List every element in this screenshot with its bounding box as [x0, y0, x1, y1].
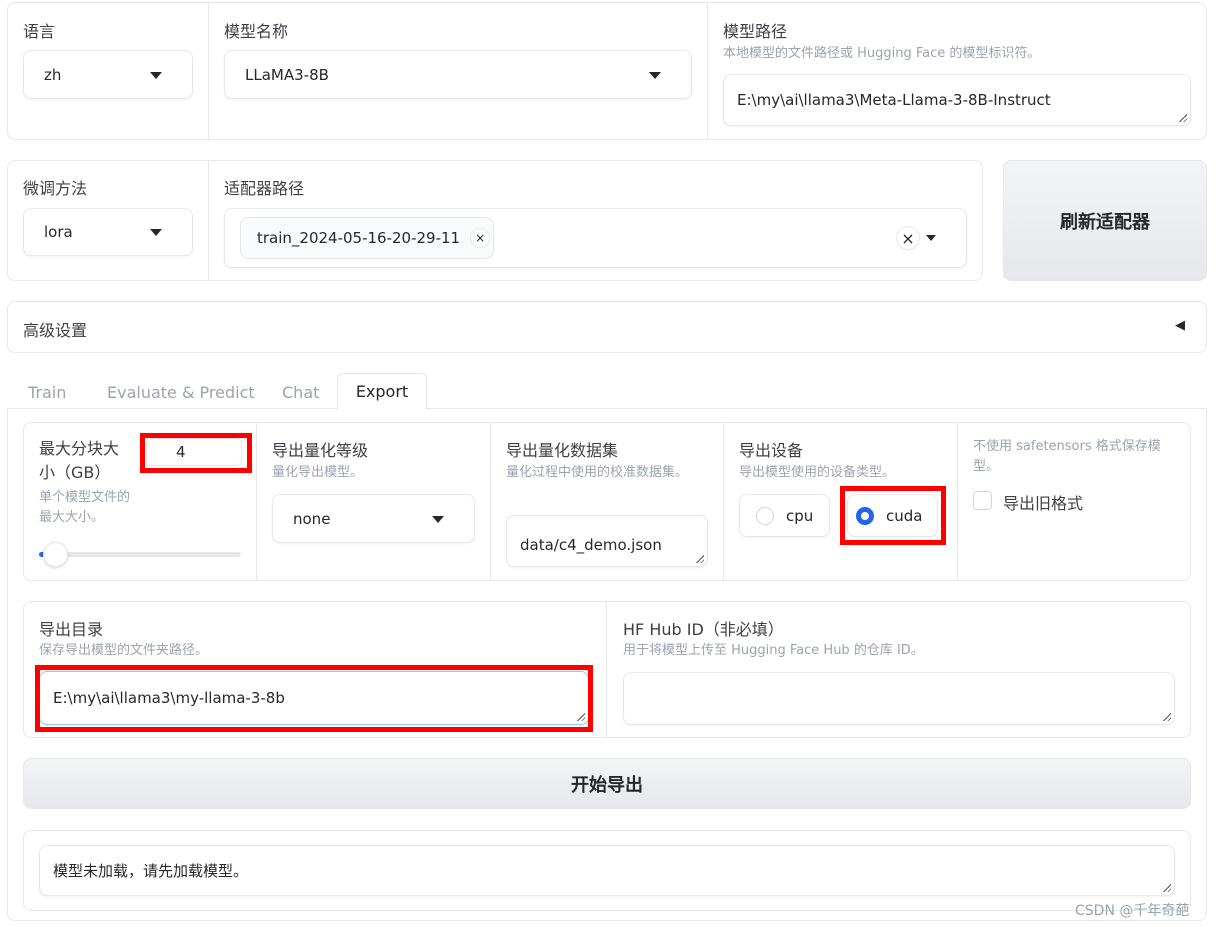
device-label: 导出设备 — [739, 441, 804, 460]
advanced-settings-accordion[interactable] — [7, 301, 1207, 353]
finetune-method-select[interactable]: lora — [23, 208, 193, 256]
output-text: 模型未加载，请先加载模型。 — [53, 862, 249, 880]
chevron-down-icon — [150, 229, 162, 236]
chevron-down-icon — [926, 235, 936, 241]
legacy-format-checkbox[interactable] — [973, 491, 992, 510]
chevron-down-icon — [649, 71, 661, 79]
remove-chip-icon[interactable]: × — [470, 228, 491, 248]
tab-export-label: Export — [355, 382, 409, 401]
output-textarea[interactable]: 模型未加载，请先加载模型。 — [39, 845, 1175, 896]
tab-train[interactable]: Train — [28, 383, 66, 402]
model-path-label: 模型路径 — [723, 22, 788, 41]
advanced-settings-label: 高级设置 — [23, 321, 88, 340]
quant-dataset-input[interactable]: data/c4_demo.json — [506, 515, 708, 567]
hub-id-desc: 用于将模型上传至 Hugging Face Hub 的仓库 ID。 — [623, 643, 924, 658]
hub-id-input[interactable] — [623, 672, 1175, 725]
model-path-desc: 本地模型的文件路径或 Hugging Face 的模型标识符。 — [723, 46, 1041, 61]
divider — [606, 602, 607, 737]
finetune-method-value: lora — [44, 223, 73, 241]
chevron-down-icon — [150, 71, 162, 79]
quant-dataset-label: 导出量化数据集 — [506, 441, 619, 460]
tab-export[interactable]: Export — [337, 373, 427, 410]
export-dir-desc: 保存导出模型的文件夹路径。 — [39, 643, 209, 658]
language-label: 语言 — [23, 22, 56, 41]
highlight-box — [35, 665, 593, 732]
highlight-box — [840, 486, 946, 545]
device-desc: 导出模型使用的设备类型。 — [739, 465, 896, 480]
divider — [208, 161, 209, 280]
resize-handle-icon[interactable] — [1178, 113, 1187, 122]
refresh-adapter-button[interactable]: 刷新适配器 — [1003, 160, 1207, 281]
model-path-input[interactable]: E:\my\ai\llama3\Meta-Llama-3-8B-Instruct — [723, 74, 1191, 126]
legacy-format-label[interactable]: 导出旧格式 — [1003, 490, 1083, 514]
divider — [256, 423, 257, 580]
device-option-cpu[interactable]: cpu — [739, 494, 830, 537]
start-export-button[interactable]: 开始导出 — [23, 758, 1191, 809]
quant-bit-label: 导出量化等级 — [272, 441, 369, 460]
watermark: CSDN @千年奇葩 — [1075, 903, 1190, 919]
resize-handle-icon[interactable] — [1162, 712, 1171, 721]
adapter-path-select[interactable]: train_2024-05-16-20-29-11 × × — [224, 208, 967, 268]
model-name-value: LLaMA3-8B — [245, 65, 329, 84]
resize-handle-icon[interactable] — [1162, 883, 1171, 892]
divider — [723, 423, 724, 580]
highlight-box — [140, 433, 252, 473]
quant-bit-value: none — [293, 509, 331, 528]
model-name-select[interactable]: LLaMA3-8B — [224, 50, 692, 99]
divider — [957, 423, 958, 580]
export-dir-label: 导出目录 — [39, 620, 104, 639]
tab-evaluate-predict[interactable]: Evaluate & Predict — [107, 383, 255, 402]
resize-handle-icon[interactable] — [695, 554, 704, 563]
quant-bit-desc: 量化导出模型。 — [272, 465, 364, 480]
adapter-chip-label: train_2024-05-16-20-29-11 — [257, 229, 461, 247]
chevron-down-icon — [432, 515, 444, 523]
divider — [707, 3, 708, 139]
language-value: zh — [44, 65, 62, 84]
adapter-path-label: 适配器路径 — [224, 179, 305, 198]
clear-icon[interactable]: × — [896, 226, 920, 250]
max-shard-label: 最大分块大小（GB） — [39, 439, 120, 482]
finetune-method-label: 微调方法 — [23, 179, 88, 198]
max-shard-slider-thumb[interactable] — [43, 542, 68, 567]
quant-bit-select[interactable]: none — [272, 494, 475, 543]
max-shard-slider-track[interactable] — [39, 552, 241, 557]
model-name-label: 模型名称 — [224, 22, 289, 41]
legacy-format-desc: 不使用 safetensors 格式保存模型。 — [973, 439, 1161, 474]
max-shard-desc: 单个模型文件的最大大小。 — [39, 490, 131, 525]
adapter-chip: train_2024-05-16-20-29-11 × — [240, 217, 494, 259]
quant-dataset-value: data/c4_demo.json — [520, 536, 662, 554]
hub-id-label: HF Hub ID（非必填） — [623, 620, 784, 639]
divider — [208, 3, 209, 139]
collapse-triangle-icon[interactable]: ◀ — [1175, 318, 1185, 333]
divider — [490, 423, 491, 580]
quant-dataset-desc: 量化过程中使用的校准数据集。 — [506, 465, 689, 480]
language-select[interactable]: zh — [23, 50, 193, 99]
model-path-value: E:\my\ai\llama3\Meta-Llama-3-8B-Instruct — [737, 91, 1051, 109]
tab-chat[interactable]: Chat — [282, 383, 319, 402]
device-cpu-label: cpu — [786, 506, 814, 525]
radio-unchecked-icon — [756, 506, 774, 525]
